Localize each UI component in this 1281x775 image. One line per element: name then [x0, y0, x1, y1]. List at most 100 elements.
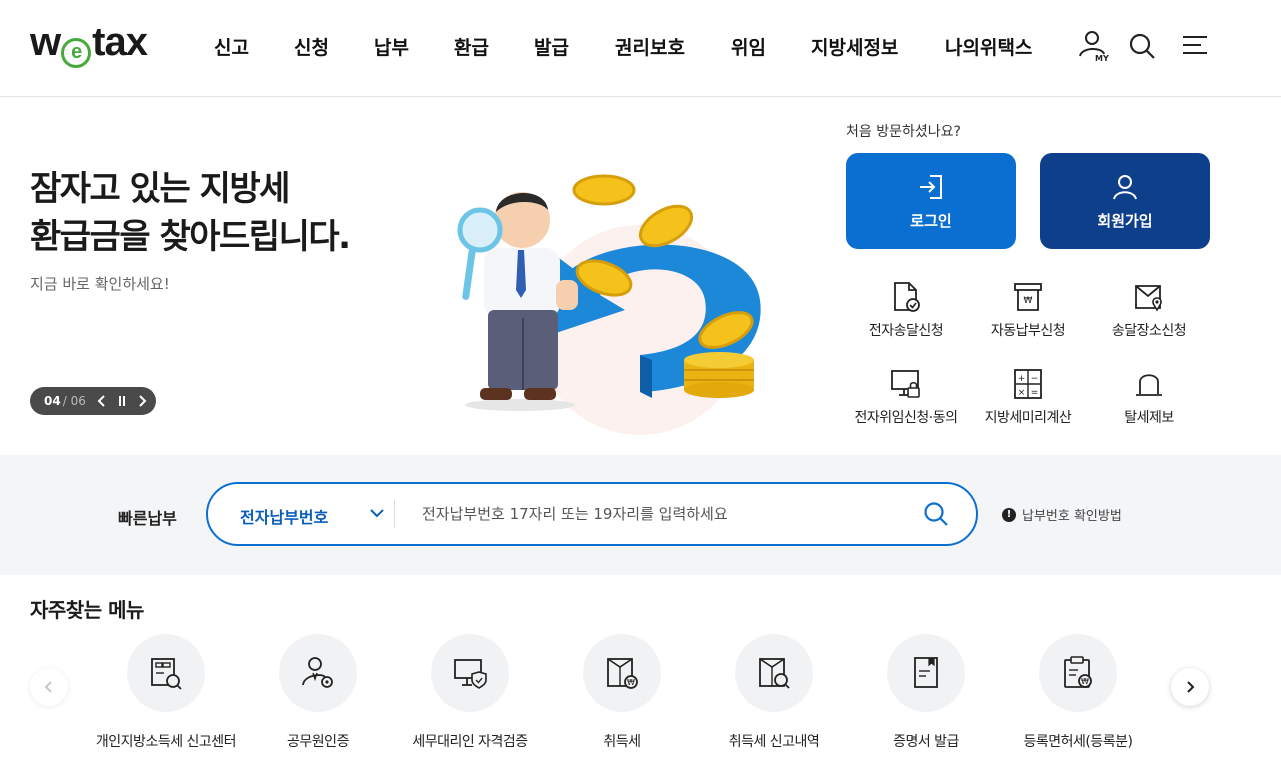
svg-text:₩: ₩ [1024, 296, 1033, 306]
slide-prev-button[interactable] [92, 391, 112, 411]
svg-text:+: + [1018, 374, 1026, 384]
official-gear-icon [302, 657, 333, 688]
quick-electronic-delivery[interactable]: 전자송달신청 [844, 280, 968, 340]
calculator-icon: + − × = [1014, 369, 1042, 399]
quick-delivery-location[interactable]: 송달장소신청 [1087, 280, 1211, 340]
hero-subtitle: 지금 바로 확인하세요! [30, 275, 170, 293]
acquisition-tax-icon: ₩ [607, 658, 638, 689]
chevron-right-icon [1187, 681, 1195, 693]
clipboard-won-icon: ₩ [1064, 656, 1092, 688]
siren-icon [1136, 374, 1162, 396]
quick-label: 지방세미리계산 [984, 410, 1072, 426]
hero-title-line2: 환급금을 찾아드립니다. [30, 217, 351, 257]
quick-tax-precalculation[interactable]: + − × = 지방세미리계산 [966, 367, 1090, 427]
svg-text:₩: ₩ [1081, 677, 1089, 686]
frequent-item-label: 취득세 [603, 734, 641, 750]
svg-text:×: × [1018, 388, 1026, 398]
login-icon [920, 174, 942, 199]
quick-label: 자동납부신청 [990, 323, 1066, 339]
frequent-item-label: 취득세 신고내역 [728, 734, 820, 750]
document-check-icon [894, 282, 920, 312]
my-page-icon[interactable]: MY [1076, 28, 1110, 63]
quick-label: 송달장소신청 [1111, 323, 1187, 339]
frequent-item-label: 등록면허세(등록분) [1023, 734, 1133, 750]
svg-text:=: = [1031, 388, 1039, 398]
tax-history-search-icon [759, 658, 790, 689]
monitor-lock-icon [891, 370, 920, 398]
fast-payment-section: 빠른납부 전자납부번호 ! 납부번호 확인방법 [0, 455, 1281, 575]
menu-icon[interactable] [1178, 28, 1212, 62]
wetax-logo[interactable]: w e tax [30, 22, 148, 68]
site-header: w e tax 신고 신청 납부 환급 발급 권리보호 위임 지방세정보 나의위택스… [0, 0, 1281, 97]
search-icon[interactable] [1126, 28, 1160, 62]
chevron-left-icon [97, 395, 105, 407]
frequent-item-label: 세무대리인 자격검증 [412, 734, 528, 750]
frequent-item-acquisition-history[interactable]: 취득세 신고내역 [694, 634, 854, 751]
nav-item-apply[interactable]: 신청 [294, 33, 329, 60]
nav-item-delegation[interactable]: 위임 [731, 33, 766, 60]
frequent-item-personal-income-tax[interactable]: 개인지방소득세 신고센터 [86, 634, 246, 751]
join-button[interactable]: 회원가입 [1040, 153, 1210, 249]
payment-number-type-select[interactable]: 전자납부번호 [240, 504, 328, 528]
hero-title-line1: 잠자고 있는 지방세 [30, 169, 290, 209]
select-divider [394, 500, 395, 528]
user-icon [1113, 174, 1137, 199]
frequent-item-agent-verification[interactable]: 세무대리인 자격검증 [390, 634, 550, 751]
chevron-right-icon [139, 395, 147, 407]
first-visit-question: 처음 방문하셨나요? [846, 124, 961, 140]
tax-report-search-icon [151, 658, 182, 690]
fast-payment-title: 빠른납부 [118, 509, 177, 528]
frequent-item-icon-bg [431, 634, 509, 712]
quick-electronic-delegation[interactable]: 전자위임신청·동의 [844, 367, 968, 427]
login-label: 로그인 [910, 211, 952, 230]
quick-auto-payment[interactable]: ₩ 자동납부신청 [966, 280, 1090, 340]
slide-total: / 06 [62, 394, 86, 408]
frequent-item-official-cert[interactable]: 공무원인증 [238, 634, 398, 751]
quick-label: 전자송달신청 [868, 323, 944, 339]
frequent-menu-title: 자주찾는 메뉴 [30, 598, 144, 622]
frequent-item-acquisition-tax[interactable]: ₩ 취득세 [542, 634, 702, 751]
pause-icon [118, 396, 125, 406]
slide-pause-button[interactable] [112, 391, 132, 411]
envelope-location-icon [1135, 285, 1162, 312]
frequent-item-icon-bg [887, 634, 965, 712]
frequent-item-label: 개인지방소득세 신고센터 [95, 734, 237, 750]
frequent-item-icon-bg [279, 634, 357, 712]
info-icon: ! [1002, 507, 1016, 522]
certificate-icon [914, 657, 938, 688]
frequent-item-certificate[interactable]: 증명서 발급 [846, 634, 1006, 751]
nav-item-local-tax-info[interactable]: 지방세정보 [811, 33, 898, 60]
frequent-next-button[interactable] [1171, 668, 1209, 706]
quick-label: 탈세제보 [1124, 410, 1174, 426]
quick-label: 전자위임신청·동의 [854, 410, 959, 426]
chevron-down-icon[interactable] [368, 504, 386, 522]
quick-tax-evasion-report[interactable]: 탈세제보 [1087, 367, 1211, 427]
nav-item-payment[interactable]: 납부 [374, 33, 409, 60]
nav-item-report[interactable]: 신고 [214, 33, 249, 60]
hero-title: 잠자고 있는 지방세 환급금을 찾아드립니다. [30, 165, 351, 261]
svg-text:MY: MY [1095, 54, 1109, 62]
nav-item-my-wetax[interactable]: 나의위택스 [945, 33, 1032, 60]
nav-item-refund[interactable]: 환급 [454, 33, 489, 60]
chevron-left-icon [44, 681, 52, 693]
svg-text:₩: ₩ [627, 678, 635, 687]
slide-next-button[interactable] [132, 391, 152, 411]
monitor-shield-icon [454, 659, 487, 689]
hero-illustration [440, 160, 800, 440]
login-button[interactable]: 로그인 [846, 153, 1016, 249]
frequent-prev-button[interactable] [30, 668, 68, 706]
join-label: 회원가입 [1097, 211, 1153, 230]
nav-item-issuance[interactable]: 발급 [534, 33, 569, 60]
frequent-item-icon-bg [127, 634, 205, 712]
auto-pay-icon: ₩ [1014, 283, 1042, 311]
frequent-item-registration-license-tax[interactable]: ₩ 등록면허세(등록분) [998, 634, 1158, 751]
nav-item-rights[interactable]: 권리보호 [615, 33, 685, 60]
slide-current: 04 [44, 394, 61, 408]
payment-number-input[interactable] [422, 498, 902, 530]
frequent-item-label: 공무원인증 [287, 734, 349, 750]
fast-payment-box: 전자납부번호 [206, 482, 978, 546]
payment-number-help-link[interactable]: ! 납부번호 확인방법 [1002, 505, 1122, 524]
search-icon[interactable] [922, 500, 950, 528]
svg-text:−: − [1031, 374, 1039, 384]
frequent-item-label: 증명서 발급 [893, 734, 959, 750]
